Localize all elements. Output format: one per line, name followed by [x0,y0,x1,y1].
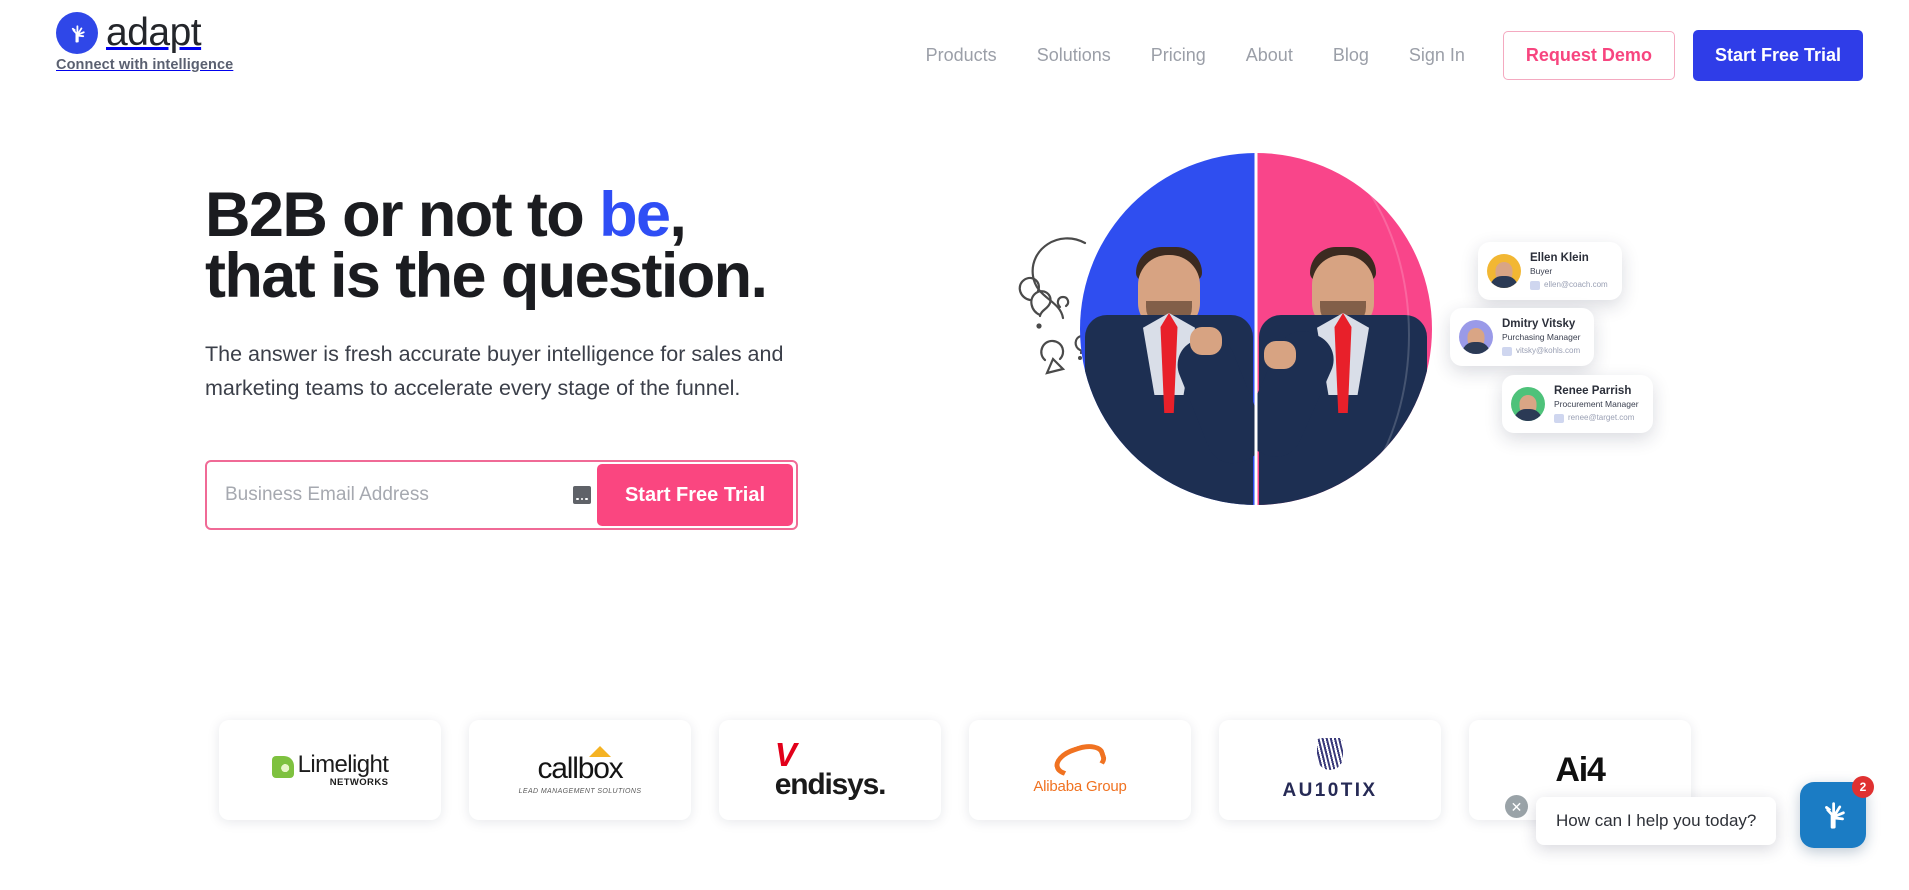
thinking-businessman [1082,215,1256,505]
avatar [1487,254,1521,288]
alibaba-mark-icon [1054,746,1106,776]
hero-headline: B2B or not to be, that is the question. [205,184,925,308]
au10tix-logo: AU10TIX [1283,738,1378,802]
ellipsis-icon[interactable] [572,486,591,504]
vendisys-logo: V endisys. [774,736,887,801]
headline-accent-word: be [599,180,671,250]
avatar [1459,320,1493,354]
shield-icon [1317,738,1343,770]
limelight-mark-icon [271,755,294,778]
start-free-trial-nav-button[interactable]: Start Free Trial [1692,30,1863,81]
building-icon [1530,280,1540,290]
brand-tagline: Connect with intelligence [56,57,234,73]
headline-part-1: B2B or not to [205,180,600,250]
logo-name-light: Group [1081,777,1127,795]
brand-name: adapt [106,11,202,54]
brand-logo[interactable]: adapt Connect with intelligence [56,12,233,73]
hero-subtitle: The answer is fresh accurate buyer intel… [205,342,784,400]
nav-link-products[interactable]: Products [906,37,1017,74]
ai4-logo: Ai4 [1555,750,1606,790]
customer-logo-strip: Limelight NETWORKS callbox LEAD MANAGEME… [219,720,1691,820]
contact-details: Dmitry Vitsky Purchasing Manager vitsky@… [1502,317,1580,357]
start-free-trial-submit-button[interactable]: Start Free Trial [596,464,793,526]
hero-illustration: Ellen Klein Buyer ellen@coach.com Dmitry… [985,150,1685,610]
contact-email-row: ellen@coach.com [1530,279,1608,291]
limelight-logo: Limelight NETWORKS [271,750,389,788]
circle-left-half [1080,153,1256,505]
headline-line-2: that is the question. [205,241,768,311]
contact-name: Renee Parrish [1554,385,1632,397]
contact-name: Dmitry Vitsky [1502,318,1576,330]
split-circle-photo [1080,153,1432,505]
nav-link-solutions[interactable]: Solutions [1017,37,1131,74]
logo-name: Ai4 [1555,750,1606,789]
landing-page: adapt Connect with intelligence Products… [0,0,1909,890]
logo-card-limelight: Limelight NETWORKS [219,720,441,820]
contact-email: vitsky@kohls.com [1516,346,1581,355]
logo-subtitle: LEAD MANAGEMENT SOLUTIONS [518,787,642,795]
contact-card-dmitry-vitsky[interactable]: Dmitry Vitsky Purchasing Manager vitsky@… [1450,308,1595,366]
logo-card-callbox: callbox LEAD MANAGEMENT SOLUTIONS [469,720,691,820]
close-icon[interactable]: ✕ [1505,795,1528,818]
chat-unread-badge: 2 [1852,776,1874,798]
limelight-wordmark: Limelight NETWORKS [297,750,389,788]
nav-link-blog[interactable]: Blog [1313,37,1389,74]
nav-link-pricing[interactable]: Pricing [1131,37,1226,74]
contact-email: renee@target.com [1568,413,1635,422]
logo-card-alibaba: Alibaba Group [969,720,1191,820]
contact-role: Purchasing Manager [1502,332,1581,342]
hero-section: B2B or not to be, that is the question. … [0,150,1909,630]
building-icon [1502,346,1512,356]
brand-row: adapt [56,11,202,54]
hero-copy: B2B or not to be, that is the question. … [205,184,925,405]
business-email-input[interactable] [207,462,573,528]
headline-comma: , [669,180,686,250]
adapt-tree-hand-icon [56,12,98,54]
circle-right-half [1256,153,1432,505]
pointing-businessman [1256,215,1430,505]
contact-card-ellen-klein[interactable]: Ellen Klein Buyer ellen@coach.com [1478,242,1622,300]
contact-cards: Ellen Klein Buyer ellen@coach.com Dmitry… [1430,200,1680,450]
logo-name-initial: V [774,736,797,773]
avatar [1511,387,1545,421]
logo-card-au10tix: AU10TIX [1219,720,1441,820]
logo-name: Limelight [297,750,389,778]
logo-name: Alibaba Group [1033,777,1127,795]
contact-role: Buyer [1530,266,1553,276]
contact-email: ellen@coach.com [1544,280,1608,289]
circle-divider [1254,153,1258,505]
main-navigation: Products Solutions Pricing About Blog Si… [906,30,1863,81]
contact-role: Procurement Manager [1554,399,1639,409]
contact-email-row: vitsky@kohls.com [1502,345,1580,357]
logo-name-bold: Alibaba [1033,777,1082,795]
building-icon [1554,413,1564,423]
logo-subtitle: NETWORKS [329,776,389,788]
contact-email-row: renee@target.com [1554,412,1639,424]
adapt-tree-hand-icon [1813,794,1853,837]
chat-greeting-message[interactable]: How can I help you today? [1536,797,1777,845]
contact-name: Ellen Klein [1530,252,1589,264]
alibaba-logo: Alibaba Group [1033,746,1127,795]
nav-link-about[interactable]: About [1226,37,1313,74]
contact-card-renee-parrish[interactable]: Renee Parrish Procurement Manager renee@… [1502,375,1653,433]
contact-details: Ellen Klein Buyer ellen@coach.com [1530,251,1608,291]
nav-link-sign-in[interactable]: Sign In [1389,37,1485,74]
contact-details: Renee Parrish Procurement Manager renee@… [1554,384,1639,424]
request-demo-button[interactable]: Request Demo [1502,31,1675,80]
logo-name: callbox [537,751,624,785]
site-header: adapt Connect with intelligence Products… [0,0,1909,100]
trial-signup-form: Start Free Trial [205,460,798,530]
logo-card-vendisys: V endisys. [719,720,941,820]
logo-name: AU10TIX [1282,780,1378,801]
logo-name: endisys. [774,768,887,801]
callbox-logo: callbox LEAD MANAGEMENT SOLUTIONS [518,745,642,795]
